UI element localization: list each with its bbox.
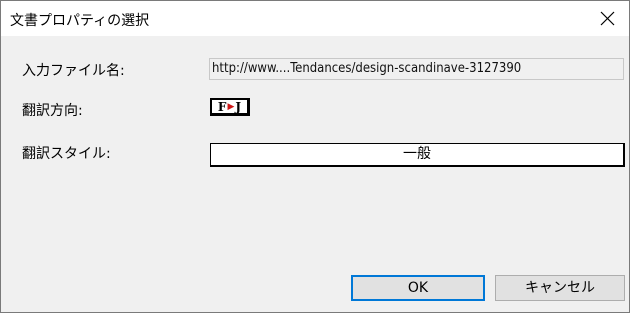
translation-direction-badge[interactable]: F ▶ J: [210, 98, 250, 116]
dialog-window: 文書プロパティの選択 入力ファイル名: http://www....Tendan…: [0, 0, 630, 313]
input-file-field[interactable]: http://www....Tendances/design-scandinav…: [209, 58, 624, 80]
dialog-body: 入力ファイル名: http://www....Tendances/design-…: [1, 36, 629, 312]
translation-style-button[interactable]: 一般: [210, 143, 625, 167]
translation-direction-label: 翻訳方向:: [22, 103, 83, 119]
title-bar: 文書プロパティの選択: [1, 1, 629, 36]
direction-from: F: [217, 99, 227, 114]
direction-arrow-icon: ▶: [227, 101, 235, 112]
direction-to: J: [235, 99, 242, 114]
dialog-title: 文書プロパティの選択: [10, 13, 150, 29]
close-icon: [600, 11, 614, 26]
ok-button[interactable]: OK: [351, 275, 485, 301]
close-button[interactable]: [585, 1, 629, 36]
cancel-button[interactable]: キャンセル: [495, 275, 625, 301]
input-file-label: 入力ファイル名:: [22, 63, 125, 79]
translation-style-label: 翻訳スタイル:: [22, 146, 111, 162]
